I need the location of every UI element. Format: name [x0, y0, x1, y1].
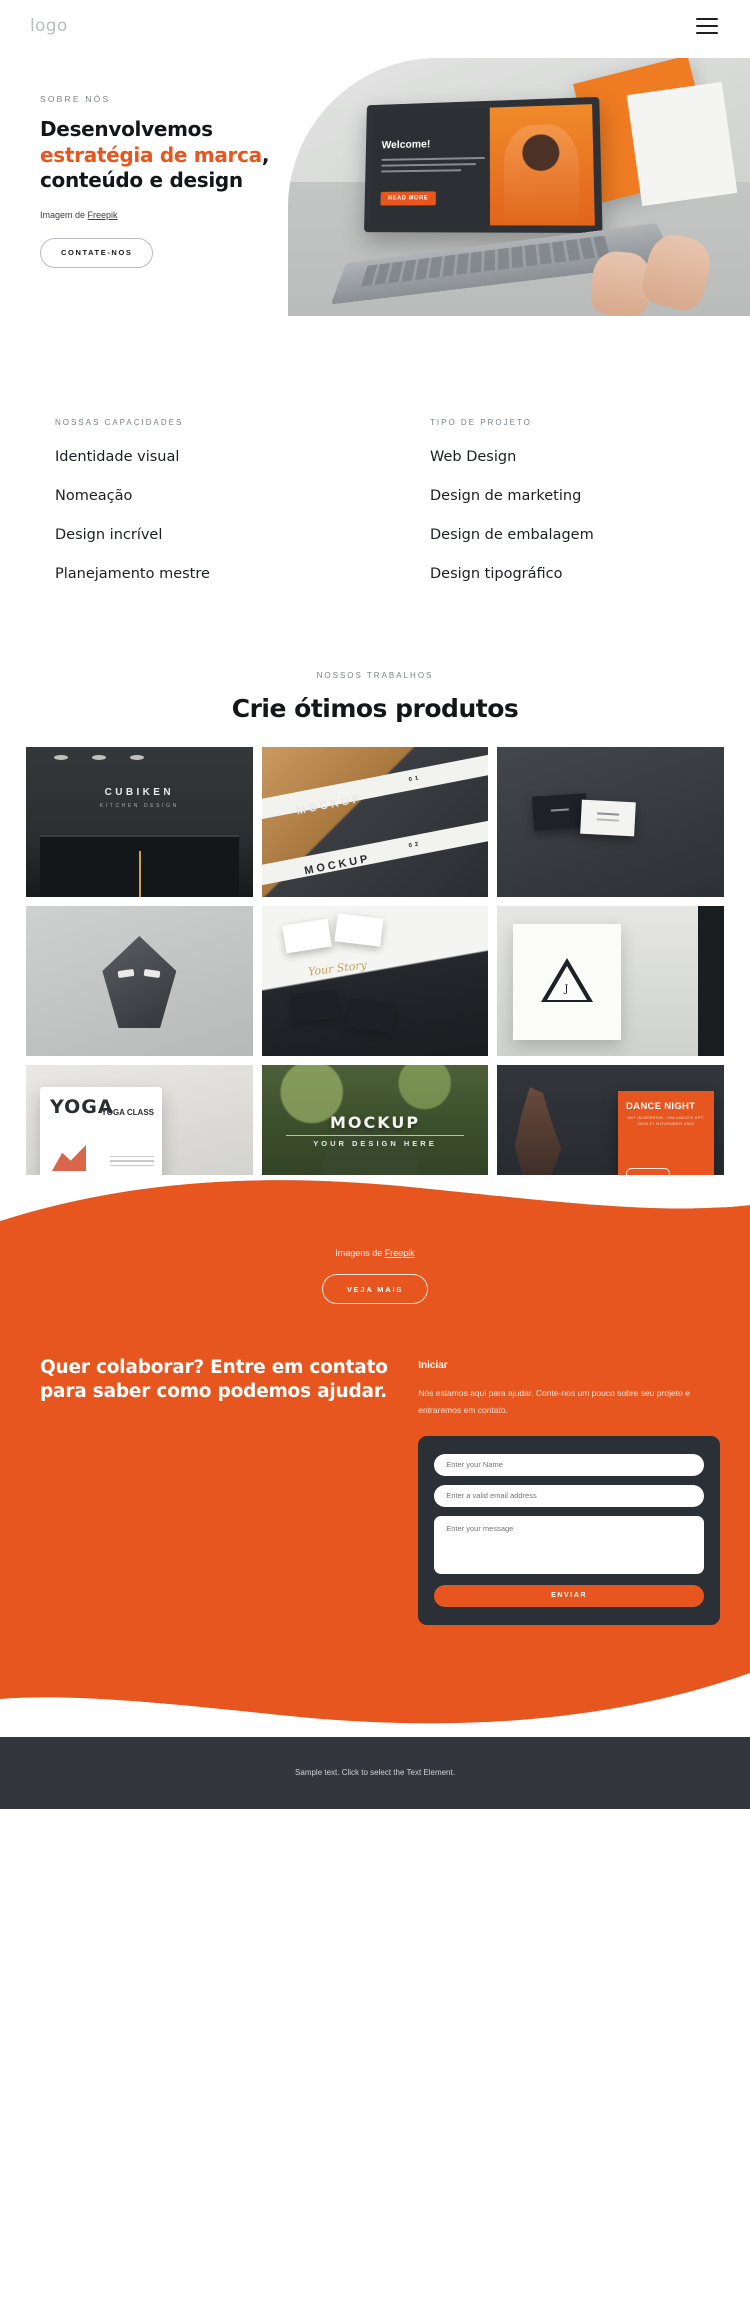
hero-eyebrow: SOBRE NÓS	[40, 94, 111, 104]
works-grid: CUBIKEN KITCHEN DESIGN 01 MOCKUP 02 MOCK…	[0, 723, 750, 1215]
screen-portrait-panel	[489, 104, 595, 226]
submit-button[interactable]: ENVIAR	[434, 1584, 704, 1607]
work-tile-business-cards[interactable]	[497, 747, 724, 897]
brand-name: CUBIKEN	[104, 787, 174, 798]
mockup-band-top: 01	[261, 751, 489, 823]
laptop-screen: Welcome! READ MORE	[364, 96, 603, 233]
screen-cta-button: READ MORE	[380, 191, 436, 206]
band-number-1: 01	[408, 775, 422, 784]
burger-bar	[696, 25, 718, 27]
project-type-item[interactable]: Web Design	[430, 449, 695, 465]
shop-door	[40, 835, 239, 897]
divider-rule	[285, 1135, 465, 1136]
signature-text: Your Story	[307, 958, 368, 979]
tablet-screen: YOGA YOGA CLASS	[40, 1087, 162, 1185]
project-type-item[interactable]: Design de embalagem	[430, 527, 695, 543]
capability-item[interactable]: Design incrível	[55, 527, 375, 543]
hero-copy: SOBRE NÓS Desenvolvemos estratégia de ma…	[40, 94, 280, 268]
capabilities-column-1: NOSSAS CAPACIDADES Identidade visual Nom…	[55, 418, 375, 605]
burger-bar	[696, 32, 718, 34]
credit-prefix: Imagens de	[335, 1248, 385, 1258]
contact-heading-column: Quer colaborar? Entre em contato para sa…	[40, 1356, 394, 1625]
window-mockup-word: MOCKUP	[329, 1113, 421, 1132]
contact-title: Quer colaborar? Entre em contato para sa…	[40, 1357, 388, 1403]
storefront-sign: CUBIKEN KITCHEN DESIGN	[26, 787, 253, 809]
capability-item[interactable]: Nomeação	[55, 488, 375, 504]
yoga-figure-graphic	[52, 1145, 86, 1171]
hamburger-menu-icon[interactable]	[696, 18, 718, 34]
hero-photo-laptop-scene: Welcome! READ MORE	[288, 58, 750, 316]
freepik-link[interactable]: Freepik	[385, 1248, 415, 1258]
screen-copy-lines	[381, 156, 485, 176]
capabilities-column-2: TIPO DE PROJETO Web Design Design de mar…	[375, 418, 695, 605]
capabilities-section: NOSSAS CAPACIDADES Identidade visual Nom…	[0, 338, 750, 605]
works-image-credit: Imagens de Freepik	[0, 1248, 750, 1258]
hero-title: Desenvolvemos estratégia de marca, conte…	[40, 117, 280, 194]
works-footer: Imagens de Freepik VEJA MAIS	[0, 1244, 750, 1304]
work-tile-cubiken-storefront[interactable]: CUBIKEN KITCHEN DESIGN	[26, 747, 253, 897]
hero-title-accent: estratégia de marca	[40, 142, 262, 167]
contact-section: Quer colaborar? Entre em contato para sa…	[0, 1304, 750, 1625]
credit-prefix: Imagem de	[40, 209, 88, 220]
start-copy: Nós estamos aqui para ajudar. Conte-nos …	[418, 1388, 690, 1416]
brand-tagline: KITCHEN DESIGN	[99, 803, 179, 809]
freepik-link[interactable]: Freepik	[88, 210, 118, 220]
dance-night-details: SAT IMMERSIVE. ORLANDO'S APT. JOIN 27 NO…	[627, 1115, 705, 1126]
project-type-item[interactable]: Design de marketing	[430, 488, 695, 504]
scatter-card	[334, 913, 384, 947]
wave-top-divider	[0, 1175, 750, 1245]
wave-bottom-divider	[0, 1672, 750, 1737]
works-eyebrow: NOSSOS TRABALHOS	[316, 671, 434, 680]
scatter-card	[290, 989, 339, 1023]
mask-shape	[102, 936, 177, 1028]
footer-text[interactable]: Sample text. Click to select the Text El…	[295, 1768, 455, 1777]
black-edge-panel	[698, 906, 724, 1056]
white-poster-prop	[626, 81, 738, 207]
project-type-item[interactable]: Design tipográfico	[430, 566, 695, 582]
band-number-2: 02	[408, 841, 422, 850]
project-type-heading: TIPO DE PROJETO	[430, 418, 532, 427]
contact-form-card: ENVIAR	[418, 1435, 720, 1625]
see-more-button[interactable]: VEJA MAIS	[321, 1274, 429, 1304]
poster-sheet: J	[513, 924, 622, 1040]
logo[interactable]: logo	[30, 16, 68, 36]
work-tile-scattered-cards[interactable]: Your Story	[261, 906, 489, 1056]
name-input[interactable]	[434, 1453, 704, 1476]
dance-night-title: DANCE NIGHT	[626, 1101, 696, 1112]
work-tile-triangle-poster[interactable]: J	[497, 906, 724, 1056]
capabilities-heading: NOSSAS CAPACIDADES	[55, 418, 184, 427]
works-title: Crie ótimos produtos	[231, 694, 519, 723]
contact-form-column: Iniciar Nós estamos aqui para ajudar. Co…	[418, 1356, 720, 1625]
monogram-letter: J	[564, 984, 569, 995]
scatter-card	[281, 918, 332, 954]
window-mockup-sub: YOUR DESIGN HERE	[313, 1139, 437, 1148]
hero-image: Welcome! READ MORE	[288, 58, 750, 316]
hero-section: Welcome! READ MORE SOBRE NÓS Desenvolvem…	[0, 58, 750, 338]
orange-panel: Imagens de Freepik VEJA MAIS Quer colabo…	[0, 1244, 750, 1737]
site-footer: Sample text. Click to select the Text El…	[0, 1736, 750, 1809]
hero-image-credit: Imagem de Freepik	[40, 210, 280, 220]
work-tile-mockup-cards[interactable]: 01 MOCKUP 02 MOCKUP	[261, 747, 489, 897]
email-input[interactable]	[434, 1484, 704, 1507]
contact-us-button[interactable]: CONTATE-NOS	[40, 237, 154, 268]
yoga-text-lines	[110, 1155, 154, 1170]
work-tile-mask-sculpture[interactable]	[26, 906, 253, 1056]
hero-title-part1: Desenvolvemos	[40, 117, 213, 141]
burger-bar	[696, 18, 718, 20]
start-heading: Iniciar	[418, 1360, 448, 1371]
capability-item[interactable]: Planejamento mestre	[55, 566, 375, 582]
site-header: logo	[0, 0, 750, 52]
triangle-logo-icon	[541, 958, 594, 1002]
message-textarea[interactable]	[434, 1515, 704, 1574]
dancer-silhouette	[514, 1087, 562, 1183]
business-card-light	[580, 799, 637, 837]
works-section: NOSSOS TRABALHOS Crie ótimos produtos CU…	[0, 605, 750, 1215]
yoga-class-label: YOGA CLASS	[101, 1108, 154, 1117]
orange-wave-section: Imagens de Freepik VEJA MAIS Quer colabo…	[0, 1175, 750, 1737]
scatter-card	[345, 998, 396, 1034]
capability-item[interactable]: Identidade visual	[55, 449, 375, 465]
page-root: logo Welcome! READ MORE SOBRE NÓS Desenv…	[0, 0, 750, 1809]
mockup-band-bottom: 02	[261, 817, 489, 889]
screen-welcome-text: Welcome!	[381, 138, 431, 152]
